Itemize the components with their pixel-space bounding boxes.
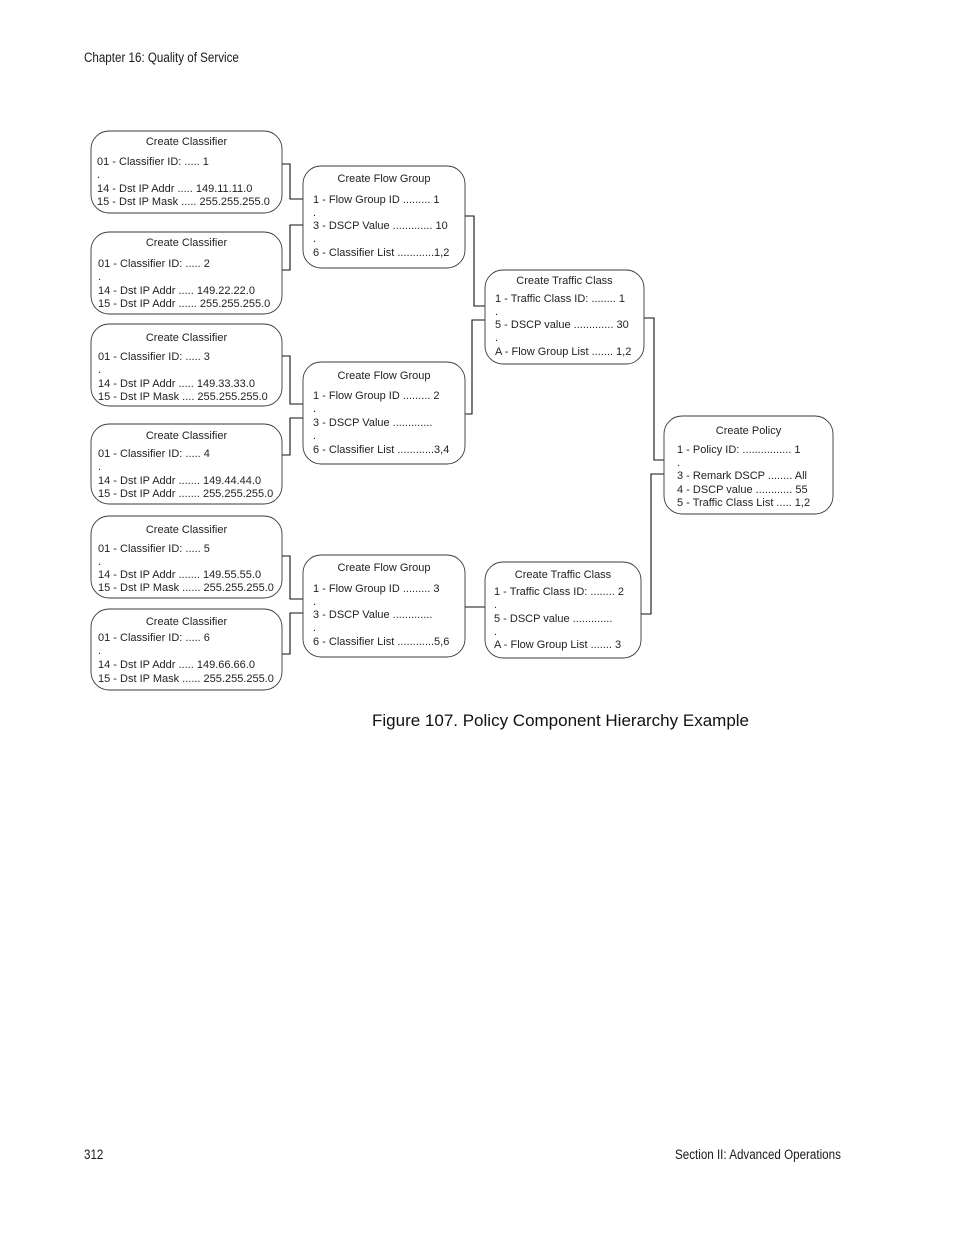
classifier-field-line: 15 - Dst IP Mask ...... 255.255.255.0	[98, 582, 274, 594]
flow-group-field-line: 1 - Flow Group ID ......... 2	[313, 390, 440, 402]
flow-group-field-line: .	[313, 403, 316, 415]
classifier-field-line: 14 - Dst IP Addr ....... 149.55.55.0	[98, 569, 261, 581]
flow-group-field-line: .	[313, 596, 316, 608]
classifier-node: Create Classifier 01 - Classifier ID: ...…	[90, 608, 283, 691]
flow-group-field-line: 3 - DSCP Value .............	[313, 417, 432, 429]
classifier-field-line: 01 - Classifier ID: ..... 2	[98, 258, 210, 270]
classifier-title: Create Classifier	[146, 237, 228, 249]
policy-field-line: 1 - Policy ID: ................ 1	[677, 444, 800, 456]
policy-field-line: 3 - Remark DSCP ........ All	[677, 470, 807, 482]
classifier-title: Create Classifier	[146, 430, 228, 442]
connector-classifier-1-to-flow-group-1	[282, 163, 303, 200]
classifier-field-line: 14 - Dst IP Addr ..... 149.11.11.0	[97, 183, 252, 195]
flow-group-title: Create Flow Group	[338, 173, 431, 185]
policy-node: Create Policy 1 - Policy ID: ............…	[663, 415, 834, 515]
flow-group-field-line: 6 - Classifier List ............3,4	[313, 444, 449, 456]
classifier-field-line: 15 - Dst IP Addr ....... 255.255.255.0	[98, 488, 273, 500]
traffic-class-node: Create Traffic Class 1 - Traffic Class ID…	[484, 561, 642, 659]
classifier-node: Create Classifier 01 - Classifier ID: ...…	[90, 323, 283, 407]
connector-classifier-6-to-flow-group-3	[282, 612, 303, 655]
connector-classifier-4-to-flow-group-2	[282, 417, 303, 456]
traffic-class-title: Create Traffic Class	[515, 569, 612, 581]
classifier-field-line: 14 - Dst IP Addr ..... 149.66.66.0	[98, 659, 255, 671]
classifier-field-line: 01 - Classifier ID: ..... 5	[98, 543, 210, 555]
page-number: 312	[84, 1147, 104, 1162]
flow-group-field-line: 6 - Classifier List ............1,2	[313, 247, 449, 259]
classifier-title: Create Classifier	[146, 136, 228, 148]
classifier-field-line: 15 - Dst IP Mask ...... 255.255.255.0	[98, 673, 274, 685]
traffic-class-field-line: A - Flow Group List ....... 1,2	[495, 346, 631, 358]
connector-classifier-3-to-flow-group-2	[282, 355, 303, 405]
connector-classifier-2-to-flow-group-1	[282, 224, 303, 271]
connector-classifier-5-to-flow-group-3	[282, 555, 303, 600]
flow-group-field-line: 6 - Classifier List ............5,6	[313, 636, 449, 648]
classifier-title: Create Classifier	[146, 616, 228, 628]
classifier-field-line: 15 - Dst IP Mask .... 255.255.255.0	[98, 391, 268, 403]
classifier-node: Create Classifier 01 - Classifier ID: ...…	[90, 130, 283, 214]
classifier-title: Create Classifier	[146, 332, 228, 344]
classifier-field-line: 01 - Classifier ID: ..... 1	[97, 156, 209, 168]
connector-traffic-class-2-to-policy-1	[641, 473, 664, 615]
flow-group-field-line: .	[313, 207, 316, 219]
classifier-field-line: 01 - Classifier ID: ..... 4	[98, 448, 210, 460]
classifier-field-line: .	[97, 169, 100, 181]
flow-group-title: Create Flow Group	[338, 370, 431, 382]
classifier-field-line: 14 - Dst IP Addr ..... 149.33.33.0	[98, 378, 255, 390]
connector-flow-group-1-to-traffic-class-1	[465, 215, 485, 307]
classifier-field-line: .	[98, 271, 101, 283]
policy-title: Create Policy	[716, 425, 782, 437]
flow-group-field-line: 3 - DSCP Value ............. 10	[313, 220, 448, 232]
traffic-class-field-line: .	[495, 306, 498, 318]
policy-field-line: .	[677, 457, 680, 469]
classifier-field-line: .	[98, 364, 101, 376]
classifier-field-line: .	[98, 461, 101, 473]
classifier-node: Create Classifier 01 - Classifier ID: ...…	[90, 515, 283, 599]
flow-group-field-line: .	[313, 430, 316, 442]
traffic-class-field-line: A - Flow Group List ....... 3	[494, 639, 621, 651]
flow-group-field-line: .	[313, 622, 316, 634]
classifier-title: Create Classifier	[146, 524, 228, 536]
classifier-field-line: 15 - Dst IP Addr ...... 255.255.255.0	[98, 298, 270, 310]
connector-flow-group-2-to-traffic-class-1	[465, 319, 485, 415]
flow-group-field-line: 1 - Flow Group ID ......... 3	[313, 583, 440, 595]
classifier-field-line: 14 - Dst IP Addr ..... 149.22.22.0	[98, 285, 255, 297]
traffic-class-field-line: 5 - DSCP value ............. 30	[495, 319, 629, 331]
traffic-class-field-line: 5 - DSCP value .............	[494, 613, 612, 625]
section-footer: Section II: Advanced Operations	[675, 1147, 841, 1162]
figure-caption: Figure 107. Policy Component Hierarchy E…	[372, 711, 750, 730]
classifier-field-line: 14 - Dst IP Addr ....... 149.44.44.0	[98, 475, 261, 487]
classifier-node: Create Classifier 01 - Classifier ID: ...…	[90, 423, 283, 505]
traffic-class-field-line: .	[494, 626, 497, 638]
flow-group-node: Create Flow Group 1 - Flow Group ID .....…	[302, 361, 466, 465]
flow-group-field-line: .	[313, 233, 316, 245]
flow-group-field-line: 3 - DSCP Value .............	[313, 609, 432, 621]
policy-field-line: 5 - Traffic Class List ..... 1,2	[677, 497, 810, 509]
traffic-class-field-line: .	[494, 599, 497, 611]
classifier-field-line: 01 - Classifier ID: ..... 3	[98, 351, 210, 363]
traffic-class-field-line: 1 - Traffic Class ID: ........ 1	[495, 293, 625, 305]
traffic-class-field-line: 1 - Traffic Class ID: ........ 2	[494, 586, 624, 598]
connector-traffic-class-1-to-policy-1	[644, 317, 664, 461]
policy-hierarchy-diagram: Create Classifier 01 - Classifier ID: ...…	[90, 130, 834, 691]
traffic-class-title: Create Traffic Class	[516, 275, 613, 287]
traffic-class-field-line: .	[495, 332, 498, 344]
flow-group-node: Create Flow Group 1 - Flow Group ID .....…	[302, 165, 466, 269]
classifier-field-line: .	[98, 556, 101, 568]
flow-group-title: Create Flow Group	[338, 562, 431, 574]
classifier-field-line: 15 - Dst IP Mask ..... 255.255.255.0	[97, 196, 270, 208]
flow-group-node: Create Flow Group 1 - Flow Group ID .....…	[302, 554, 466, 658]
flow-group-field-line: 1 - Flow Group ID ......... 1	[313, 194, 440, 206]
classifier-field-line: 01 - Classifier ID: ..... 6	[98, 632, 210, 644]
traffic-class-node: Create Traffic Class 1 - Traffic Class ID…	[484, 269, 645, 365]
classifier-field-line: .	[98, 645, 101, 657]
node-layer: Create Classifier 01 - Classifier ID: ...…	[90, 130, 834, 691]
classifier-node: Create Classifier 01 - Classifier ID: ...…	[90, 231, 283, 315]
policy-field-line: 4 - DSCP value ............ 55	[677, 484, 808, 496]
